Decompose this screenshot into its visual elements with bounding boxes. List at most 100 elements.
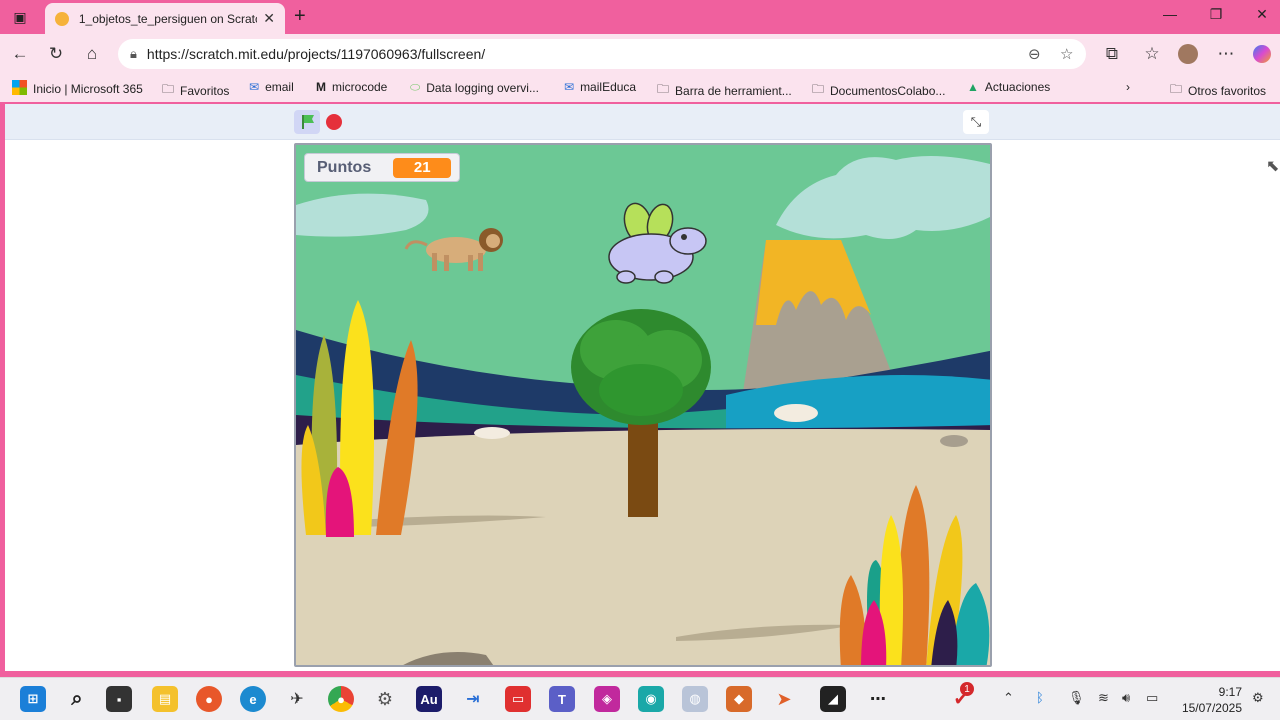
microphone-icon[interactable]: 🎙︎ (1068, 690, 1085, 706)
bookmark-microsoft365[interactable]: Inicio | Microsoft 365 (12, 80, 143, 98)
audition-icon[interactable]: Au (416, 686, 442, 712)
bookmark-label: Data logging overvi... (426, 80, 539, 95)
bookmarks-bar: Inicio | Microsoft 365 🗀 Favoritos ✉ ema… (0, 74, 1280, 102)
lock-icon[interactable]: 🔒︎ (130, 46, 137, 62)
firefox-icon[interactable]: ● (196, 686, 222, 712)
active-tab[interactable]: 1_objetos_te_persiguen on Scratch ✕ (45, 3, 285, 34)
home-icon[interactable]: ⌂ (80, 43, 104, 65)
app-arrow-icon[interactable]: ⇥ (460, 686, 486, 712)
bookmark-favoritos[interactable]: 🗀 Favoritos (162, 80, 229, 101)
bookmark-label: Inicio | Microsoft 365 (33, 82, 143, 96)
folder-icon: 🗀 (1170, 82, 1183, 96)
search-icon[interactable]: ⌕ (64, 686, 90, 712)
app-icon[interactable]: ◉ (638, 686, 664, 712)
battery-icon[interactable]: ▭ (1146, 690, 1158, 706)
green-flag-button[interactable] (294, 110, 320, 134)
zoom-icon[interactable]: ⊖ (1028, 45, 1041, 63)
document-app-icon[interactable]: ▭ (505, 686, 531, 712)
new-tab-icon[interactable]: + (294, 5, 306, 28)
chrome-icon[interactable]: ● (328, 686, 354, 712)
bookmark-microcode[interactable]: M microcode (316, 80, 387, 94)
bookmark-maileduca[interactable]: ✉ mailEduca (564, 80, 636, 94)
address-bar[interactable]: 🔒︎ https://scratch.mit.edu/projects/1197… (118, 39, 1086, 69)
microcode-icon: M (316, 80, 326, 94)
folder-icon: 🗀 (162, 82, 175, 96)
drive-icon: ▲ (967, 80, 979, 94)
microsoft-icon (12, 80, 27, 98)
bookmark-data-logging[interactable]: ⬭ Data logging overvi... (410, 80, 539, 95)
rock (940, 435, 968, 447)
edge-icon[interactable]: e (240, 686, 266, 712)
scratch-stage[interactable]: Puntos 21 (294, 143, 992, 667)
bookmark-barra-herramientas[interactable]: 🗀 Barra de herramient... (657, 80, 792, 101)
bookmark-email[interactable]: ✉ email (249, 80, 294, 94)
tray-chevron-icon[interactable]: ⌃ (1003, 690, 1014, 706)
exit-fullscreen-button[interactable]: ⤡ (963, 110, 989, 134)
clock-date: 15/07/2025 (1181, 701, 1242, 715)
variable-monitor[interactable]: Puntos 21 (304, 153, 460, 182)
mouse-cursor-icon: ⬉ (1266, 158, 1280, 175)
favorites-icon[interactable]: ☆ (1140, 43, 1164, 65)
monitor-value: 21 (393, 157, 452, 178)
extensions-icon[interactable]: ⧉ (1100, 43, 1124, 65)
app-icon[interactable]: ◆ (726, 686, 752, 712)
profile-avatar[interactable] (1176, 43, 1200, 65)
back-icon[interactable]: ← (8, 43, 32, 65)
task-view-icon[interactable]: ▪ (106, 686, 132, 712)
mail-icon: ✉ (249, 80, 260, 94)
bluetooth-icon[interactable]: ᛒ (1036, 690, 1044, 705)
rock (774, 404, 818, 422)
favorite-star-icon[interactable]: ☆ (1060, 45, 1073, 63)
bookmark-documentos[interactable]: 🗀 DocumentosColabo... (812, 80, 945, 101)
bookmarks-more-icon[interactable]: › (1126, 80, 1130, 94)
address-toolbar: ← ↻ ⌂ 🔒︎ https://scratch.mit.edu/project… (0, 34, 1280, 74)
stage-backdrop (296, 145, 990, 665)
bookmark-label: Favoritos (180, 83, 230, 98)
green-flag-icon (302, 115, 314, 129)
restore-icon[interactable]: ❐ (1201, 6, 1231, 23)
bookmark-otros-favoritos[interactable]: 🗀 Otros favoritos (1170, 80, 1266, 101)
app-icon[interactable]: ◍ (682, 686, 708, 712)
tab-actions-icon[interactable]: ▣ (8, 7, 32, 27)
tab-close-icon[interactable]: ✕ (263, 10, 275, 27)
app-icon[interactable]: ✈ (284, 686, 310, 712)
stop-button[interactable] (326, 114, 342, 130)
wifi-icon[interactable]: ≋ (1098, 690, 1109, 706)
volume-icon[interactable]: 🔊︎ (1122, 690, 1130, 706)
app-icon[interactable]: ◈ (594, 686, 620, 712)
start-icon[interactable]: ⊞ (20, 686, 46, 712)
close-window-icon[interactable]: ✕ (1247, 6, 1277, 23)
system-clock[interactable]: 9:17 15/07/2025 (1172, 684, 1242, 716)
tab-title: 1_objetos_te_persiguen on Scratch (78, 11, 258, 26)
settings-gear-icon[interactable]: ⚙ (372, 686, 398, 712)
minimize-icon[interactable]: — (1155, 6, 1185, 22)
more-apps-icon[interactable]: ⋯ (865, 686, 891, 712)
app-icon[interactable]: ◢ (820, 686, 846, 712)
bookmark-label: email (265, 80, 294, 94)
tree-leaf (599, 364, 683, 416)
notifications-icon[interactable]: ⚙ (1252, 690, 1264, 706)
bookmark-label: Actuaciones (984, 80, 1051, 94)
mail-icon: ✉ (564, 80, 575, 94)
tab-strip: ▣ 1_objetos_te_persiguen on Scratch ✕ + … (0, 0, 1280, 34)
folder-icon: 🗀 (812, 82, 825, 96)
page-content: ⤡ Puntos 21 (5, 104, 1280, 671)
bookmark-label: Barra de herramient... (675, 83, 792, 98)
tree-trunk (628, 415, 658, 517)
teams-icon[interactable]: T (549, 686, 575, 712)
file-explorer-icon[interactable]: ▤ (152, 686, 178, 712)
scratch-player-controls: ⤡ (5, 104, 1280, 140)
url-text: https://scratch.mit.edu/projects/1197060… (146, 46, 486, 62)
more-menu-icon[interactable]: ⋯ (1214, 43, 1238, 65)
copilot-icon[interactable] (1250, 43, 1274, 65)
folder-icon: 🗀 (657, 82, 670, 96)
rock (474, 427, 510, 439)
bookmark-label: mailEduca (580, 80, 637, 94)
app-icon[interactable]: ➤ (771, 686, 797, 712)
bookmark-label: microcode (332, 80, 388, 94)
bookmark-actuaciones[interactable]: ▲ Actuaciones (967, 80, 1050, 94)
bookmark-label: DocumentosColabo... (830, 83, 946, 98)
refresh-icon[interactable]: ↻ (44, 43, 68, 65)
monitor-label: Puntos (317, 158, 372, 176)
windows-taskbar: ⊞ ⌕ ▪ ▤ ● e ✈ ● ⚙ Au ⇥ ▭ T ◈ ◉ ◍ ◆ ➤ ◢ ⋯… (0, 677, 1280, 720)
